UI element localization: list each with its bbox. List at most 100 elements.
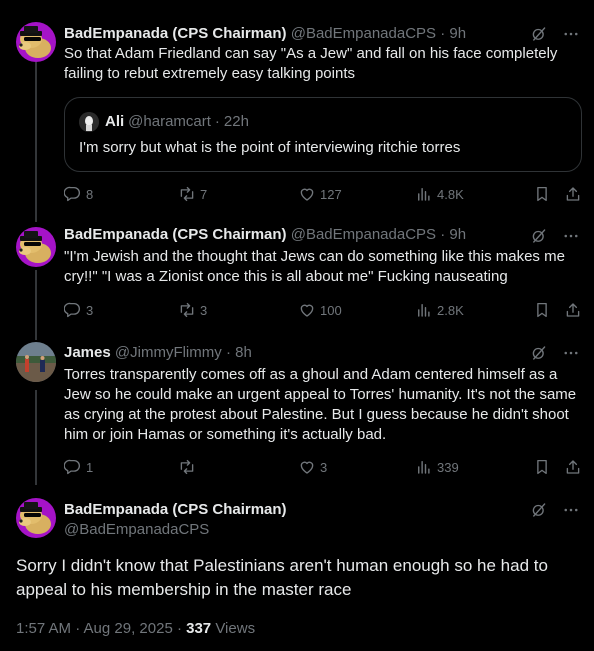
- reply-icon: [64, 302, 81, 318]
- repost-icon: [180, 459, 194, 475]
- repost-button[interactable]: 3: [178, 300, 207, 320]
- reply-post[interactable]: BadEmpanada (CPS Chairman) @BadEmpanadaC…: [0, 215, 594, 335]
- separator: ·: [440, 226, 446, 243]
- heart-icon: [300, 188, 314, 201]
- author-name[interactable]: BadEmpanada (CPS Chairman): [64, 226, 287, 243]
- separator: ·: [214, 113, 220, 130]
- repost-count: 7: [200, 186, 208, 202]
- views-button[interactable]: 339: [415, 457, 459, 477]
- more-icon[interactable]: [562, 501, 580, 519]
- bookmark-button[interactable]: [533, 457, 551, 477]
- views-button[interactable]: 2.8K: [415, 300, 464, 320]
- bookmark-button[interactable]: [533, 300, 551, 320]
- reply-count: 1: [86, 459, 94, 475]
- avatar[interactable]: [16, 498, 56, 538]
- share-button[interactable]: [564, 184, 582, 204]
- reply-icon: [64, 186, 81, 202]
- post-text: Sorry I didn't know that Palestinians ar…: [16, 556, 548, 599]
- reply-icon: [64, 459, 81, 475]
- post-header-actions: [530, 344, 580, 362]
- bookmark-icon: [537, 459, 547, 475]
- views-button[interactable]: 4.8K: [415, 184, 464, 204]
- share-button[interactable]: [564, 457, 582, 477]
- views-chart-icon: [418, 188, 430, 201]
- reply-post[interactable]: James @JimmyFlimmy · 8h Torres transpare…: [0, 335, 594, 480]
- action-bar: 3 3 100 2.8K: [64, 300, 584, 320]
- post-header: BadEmpanada (CPS Chairman) @BadEmpanadaC…: [64, 24, 466, 44]
- reply-count: 3: [86, 302, 94, 318]
- author-handle[interactable]: @BadEmpanadaCPS: [291, 226, 436, 243]
- like-button[interactable]: 3: [298, 457, 327, 477]
- action-bar: 1 3 339: [64, 457, 584, 477]
- grok-icon[interactable]: [530, 344, 548, 362]
- reply-button[interactable]: 8: [64, 184, 93, 204]
- like-button[interactable]: 100: [298, 300, 342, 320]
- quote-time: 22h: [223, 113, 249, 130]
- focused-post: BadEmpanada (CPS Chairman) @BadEmpanadaC…: [0, 480, 594, 651]
- more-icon[interactable]: [562, 344, 580, 362]
- repost-button[interactable]: [178, 457, 200, 477]
- quote-author-name: Ali: [105, 113, 125, 130]
- views-count: 2.8K: [437, 302, 464, 318]
- heart-icon: [300, 461, 314, 474]
- grok-icon[interactable]: [530, 25, 548, 43]
- like-count: 3: [320, 459, 328, 475]
- repost-button[interactable]: 7: [178, 184, 207, 204]
- share-icon: [566, 187, 580, 201]
- post-time[interactable]: 8h: [235, 344, 252, 361]
- more-icon[interactable]: [562, 25, 580, 43]
- author-name[interactable]: James: [64, 344, 111, 361]
- author-handle[interactable]: @BadEmpanadaCPS: [291, 25, 436, 42]
- share-icon: [566, 303, 580, 317]
- author-handle[interactable]: @JimmyFlimmy: [115, 344, 222, 361]
- quoted-post[interactable]: Ali @haramcart · 22h I'm sorry but what …: [64, 97, 582, 172]
- views-label: Views: [211, 620, 256, 637]
- reply-button[interactable]: 1: [64, 457, 93, 477]
- views-chart-icon: [418, 304, 430, 317]
- avatar[interactable]: [16, 22, 56, 62]
- grok-icon[interactable]: [530, 501, 548, 519]
- post-timestamp[interactable]: 1:57 AM · Aug 29, 2025 ·: [16, 620, 186, 637]
- like-button[interactable]: 127: [298, 184, 342, 204]
- post-meta: 1:57 AM · Aug 29, 2025 · 337 Views: [16, 619, 255, 639]
- separator: ·: [440, 25, 446, 42]
- reply-count: 8: [86, 186, 94, 202]
- more-icon[interactable]: [562, 227, 580, 245]
- post-time[interactable]: 9h: [449, 25, 466, 42]
- bookmark-button[interactable]: [533, 184, 551, 204]
- avatar: [79, 112, 99, 132]
- post-header: James @JimmyFlimmy · 8h: [64, 343, 252, 363]
- post-header: BadEmpanada (CPS Chairman) @BadEmpanadaC…: [64, 225, 466, 245]
- quote-header: Ali @haramcart · 22h: [79, 112, 249, 132]
- views-count: 337: [186, 620, 212, 637]
- views-count: 4.8K: [437, 186, 464, 202]
- avatar[interactable]: [16, 342, 56, 382]
- post-text: Torres transparently comes off as a ghou…: [64, 366, 577, 443]
- heart-icon: [300, 304, 314, 317]
- separator: ·: [225, 344, 231, 361]
- share-icon: [566, 460, 580, 474]
- quote-text: I'm sorry but what is the point of inter…: [79, 139, 461, 156]
- like-count: 100: [320, 302, 342, 318]
- reply-button[interactable]: 3: [64, 300, 93, 320]
- quote-author-handle: @haramcart: [128, 113, 211, 130]
- author-name[interactable]: BadEmpanada (CPS Chairman): [64, 25, 287, 42]
- views-chart-icon: [418, 461, 430, 474]
- repost-icon: [180, 186, 194, 202]
- post-text: "I'm Jewish and the thought that Jews ca…: [64, 248, 565, 285]
- post-header-actions: [530, 227, 580, 245]
- like-count: 127: [320, 186, 342, 202]
- repost-icon: [180, 302, 194, 318]
- action-bar: 8 7 127 4.8K: [64, 184, 584, 204]
- share-button[interactable]: [564, 300, 582, 320]
- avatar[interactable]: [16, 227, 56, 267]
- bookmark-icon: [537, 302, 547, 318]
- repost-count: 3: [200, 302, 208, 318]
- grok-icon[interactable]: [530, 227, 548, 245]
- post-time[interactable]: 9h: [449, 226, 466, 243]
- author-name[interactable]: BadEmpanada (CPS Chairman): [64, 500, 287, 520]
- post-text: So that Adam Friedland can say "As a Jew…: [64, 45, 558, 82]
- views-count: 339: [437, 459, 459, 475]
- author-handle[interactable]: @BadEmpanadaCPS: [64, 520, 209, 540]
- reply-post[interactable]: BadEmpanada (CPS Chairman) @BadEmpanadaC…: [0, 0, 594, 215]
